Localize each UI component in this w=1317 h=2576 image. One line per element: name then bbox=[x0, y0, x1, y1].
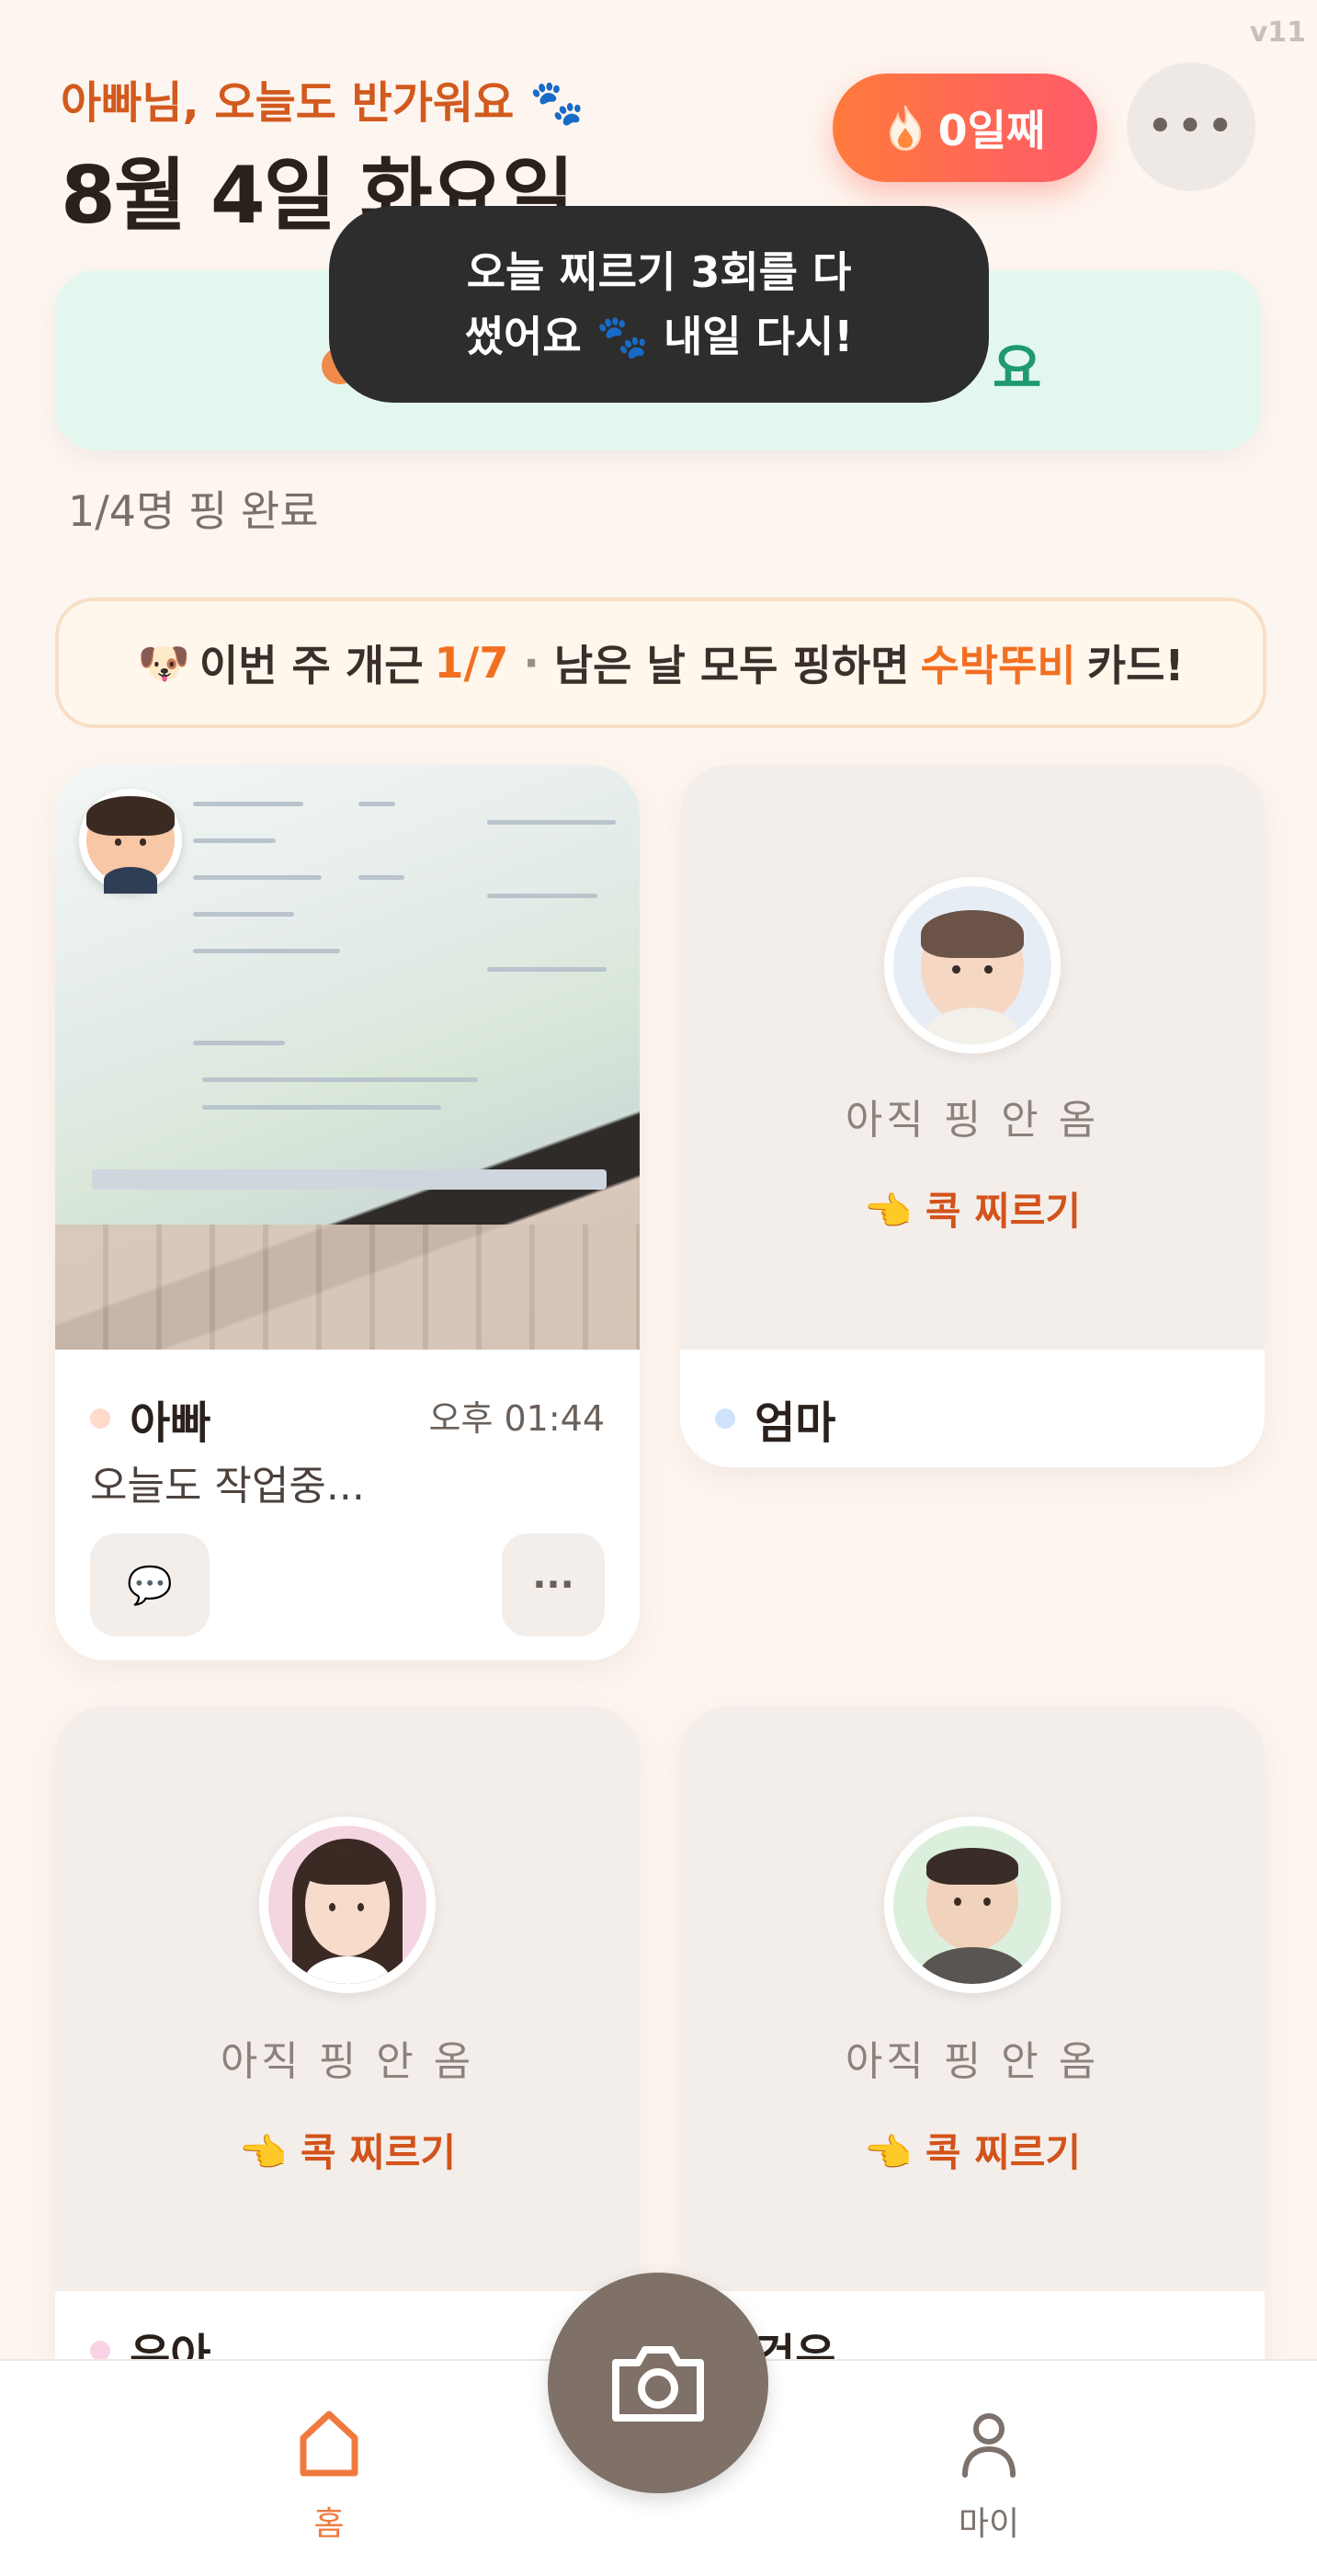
weekly-ratio: 1/7 bbox=[434, 638, 509, 688]
photo-text-line bbox=[193, 1041, 285, 1045]
photo-taskbar bbox=[92, 1169, 607, 1190]
person-icon bbox=[962, 2413, 1016, 2478]
nav-home[interactable]: 홈 bbox=[274, 2405, 384, 2545]
photo-text-line bbox=[487, 894, 597, 898]
ping-status-text: 오늘도 작업중... bbox=[90, 1463, 365, 1510]
member-name: 아빠 bbox=[130, 1397, 211, 1449]
nav-my-label: 마이 bbox=[958, 2505, 1020, 2543]
nav-my[interactable]: 마이 bbox=[934, 2405, 1044, 2545]
version-label: v11 bbox=[1249, 17, 1306, 49]
nav-home-label: 홈 bbox=[313, 2505, 345, 2543]
photo-text-line bbox=[193, 802, 303, 806]
toast-message: 오늘 찌르기 3회를 다 썼어요 🐾 내일 다시! bbox=[329, 206, 989, 403]
streak-badge-button[interactable]: 0일째 bbox=[833, 74, 1097, 182]
member-card-dad[interactable]: 아빠 오후 01:44 오늘도 작업중... 💬 ··· bbox=[55, 765, 640, 1660]
geonwoo-avatar bbox=[884, 1817, 1061, 1993]
weekly-prefix: 이번 주 개근 bbox=[199, 641, 424, 690]
photo-text-line bbox=[193, 875, 322, 880]
dog-icon: 🐶 bbox=[137, 637, 190, 688]
member-dot bbox=[715, 1408, 735, 1429]
ping-time: 오후 01:44 bbox=[428, 1398, 605, 1439]
weekly-middle: 남은 날 모두 핑하면 bbox=[553, 641, 910, 690]
more-dots-icon: ··· bbox=[532, 1564, 574, 1606]
more-dots-icon: ••• bbox=[1145, 99, 1236, 154]
poke-button[interactable]: 👈 콕 찌르기 bbox=[680, 2122, 1265, 2178]
not-yet-text: 아직 핑 안 옴 bbox=[845, 1097, 1100, 1144]
weekly-separator: · bbox=[523, 638, 539, 688]
mom-avatar bbox=[884, 877, 1061, 1054]
banner-text-peek: 요 bbox=[993, 337, 1042, 400]
weekly-reward: 수박뚜비 bbox=[920, 641, 1076, 690]
geonwoo-face-icon bbox=[926, 1848, 1018, 1951]
photo-text-line bbox=[487, 820, 616, 825]
card-footer: 아빠 오후 01:44 오늘도 작업중... 💬 ··· bbox=[55, 1350, 640, 1660]
photo-text-line bbox=[193, 838, 276, 843]
comment-icon: 💬 bbox=[127, 1564, 173, 1607]
yuna-face-icon bbox=[305, 1853, 390, 1956]
yuna-avatar bbox=[259, 1817, 436, 1993]
dad-face-icon bbox=[86, 796, 175, 894]
more-menu-button[interactable]: ••• bbox=[1127, 63, 1255, 191]
not-yet-text: 아직 핑 안 옴 bbox=[845, 2038, 1100, 2085]
photo-text-line bbox=[202, 1077, 478, 1082]
photo-keyboard bbox=[55, 1225, 640, 1350]
weekly-suffix: 카드! bbox=[1086, 641, 1185, 690]
member-dot bbox=[90, 2341, 110, 2361]
fire-icon bbox=[889, 105, 921, 152]
streak-label: 0일째 bbox=[937, 106, 1046, 155]
poke-button[interactable]: 👈 콕 찌르기 bbox=[55, 2122, 640, 2178]
camera-button[interactable] bbox=[548, 2273, 768, 2493]
toast-line-2: 썼어요 🐾 내일 다시! bbox=[464, 312, 854, 361]
photo-text-line bbox=[358, 875, 404, 880]
card-more-button[interactable]: ··· bbox=[502, 1533, 605, 1636]
toast-line-1: 오늘 찌르기 3회를 다 bbox=[466, 247, 852, 297]
dad-avatar bbox=[79, 789, 182, 894]
member-dot bbox=[90, 1408, 110, 1429]
photo-text-line bbox=[487, 967, 607, 972]
photo-text-line bbox=[202, 1105, 441, 1110]
member-card-mom[interactable]: 아직 핑 안 옴 👈 콕 찌르기 엄마 bbox=[680, 765, 1265, 1467]
home-icon bbox=[300, 2411, 358, 2477]
weekly-streak-banner: 🐶 이번 주 개근 1/7 · 남은 날 모두 핑하면 수박뚜비 카드! bbox=[55, 598, 1266, 728]
member-name: 엄마 bbox=[755, 1397, 836, 1449]
photo-text-line bbox=[358, 802, 395, 806]
camera-icon bbox=[612, 2346, 704, 2422]
poke-button[interactable]: 👈 콕 찌르기 bbox=[680, 1180, 1265, 1237]
ping-count-text: 1/4명 핑 완료 bbox=[68, 486, 319, 536]
comment-button[interactable]: 💬 bbox=[90, 1533, 210, 1636]
greeting-text: 아빠님, 오늘도 반가워요 🐾 bbox=[61, 77, 585, 129]
card-footer: 엄마 bbox=[680, 1350, 1265, 1467]
not-yet-text: 아직 핑 안 옴 bbox=[220, 2038, 475, 2085]
photo-text-line bbox=[193, 912, 294, 917]
photo-text-line bbox=[193, 949, 340, 953]
